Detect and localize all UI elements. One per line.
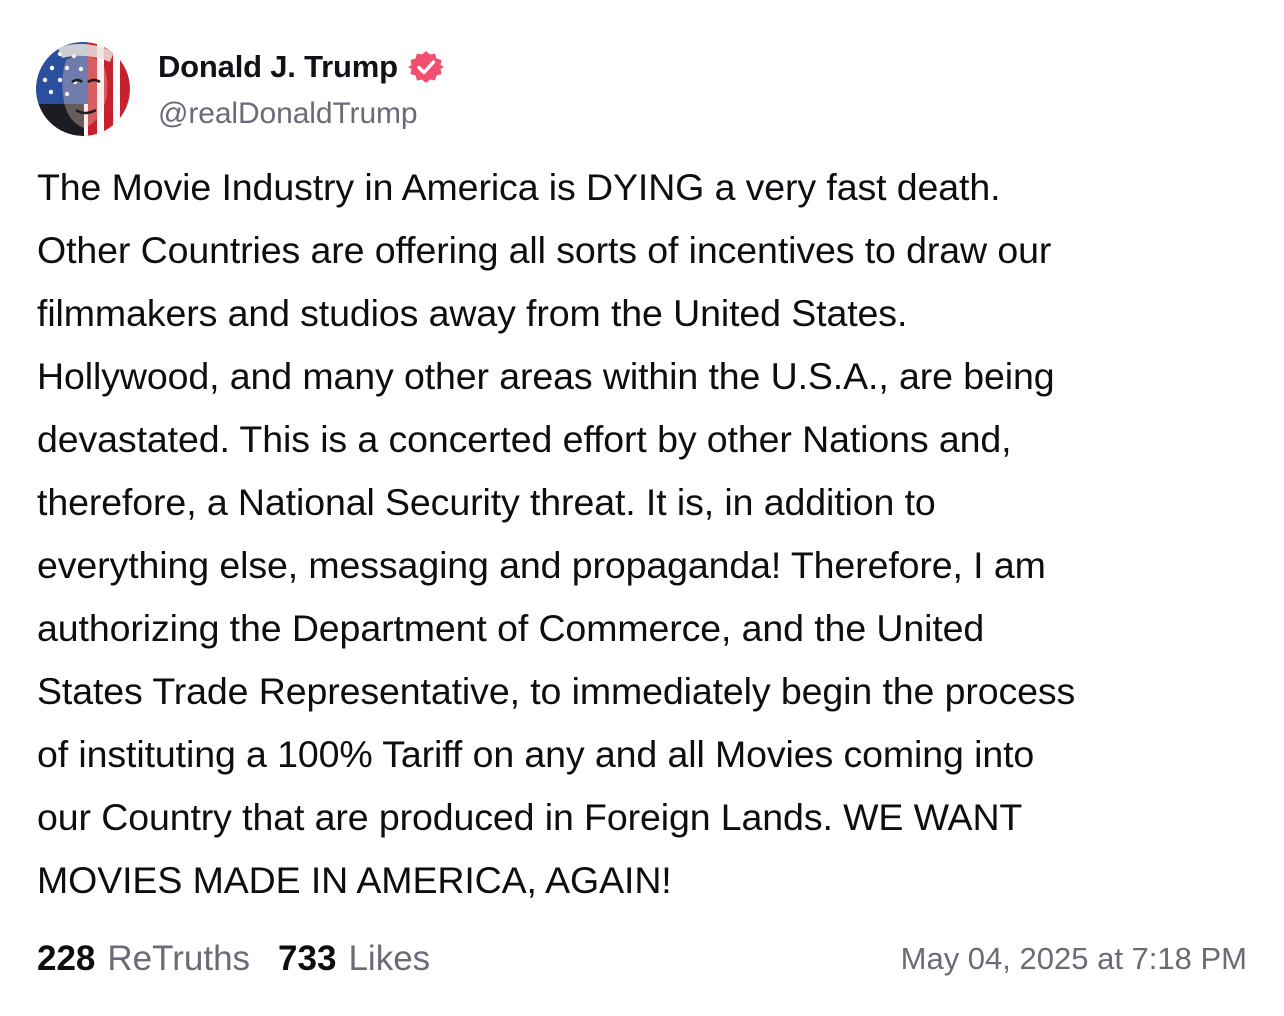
truth-post: Donald J. Trump @realDonaldTrump The Mov… xyxy=(0,0,1284,1016)
retruths-stat[interactable]: 228 ReTruths xyxy=(37,939,250,979)
likes-label: Likes xyxy=(348,939,431,978)
post-timestamp[interactable]: May 04, 2025 at 7:18 PM xyxy=(901,935,1247,983)
verified-badge-icon xyxy=(407,51,444,83)
likes-stat[interactable]: 733 Likes xyxy=(278,939,430,979)
retruths-label: ReTruths xyxy=(107,939,251,978)
profile-photo-icon xyxy=(36,42,130,136)
display-name[interactable]: Donald J. Trump xyxy=(158,49,398,85)
avatar[interactable] xyxy=(36,42,130,136)
post-stats: 228 ReTruths 733 Likes xyxy=(37,935,430,983)
likes-count: 733 xyxy=(278,939,337,978)
author-header: Donald J. Trump xyxy=(158,46,444,88)
post-text: The Movie Industry in America is DYING a… xyxy=(37,166,1076,901)
author-handle[interactable]: @realDonaldTrump xyxy=(158,97,418,131)
retruths-count: 228 xyxy=(37,939,96,978)
